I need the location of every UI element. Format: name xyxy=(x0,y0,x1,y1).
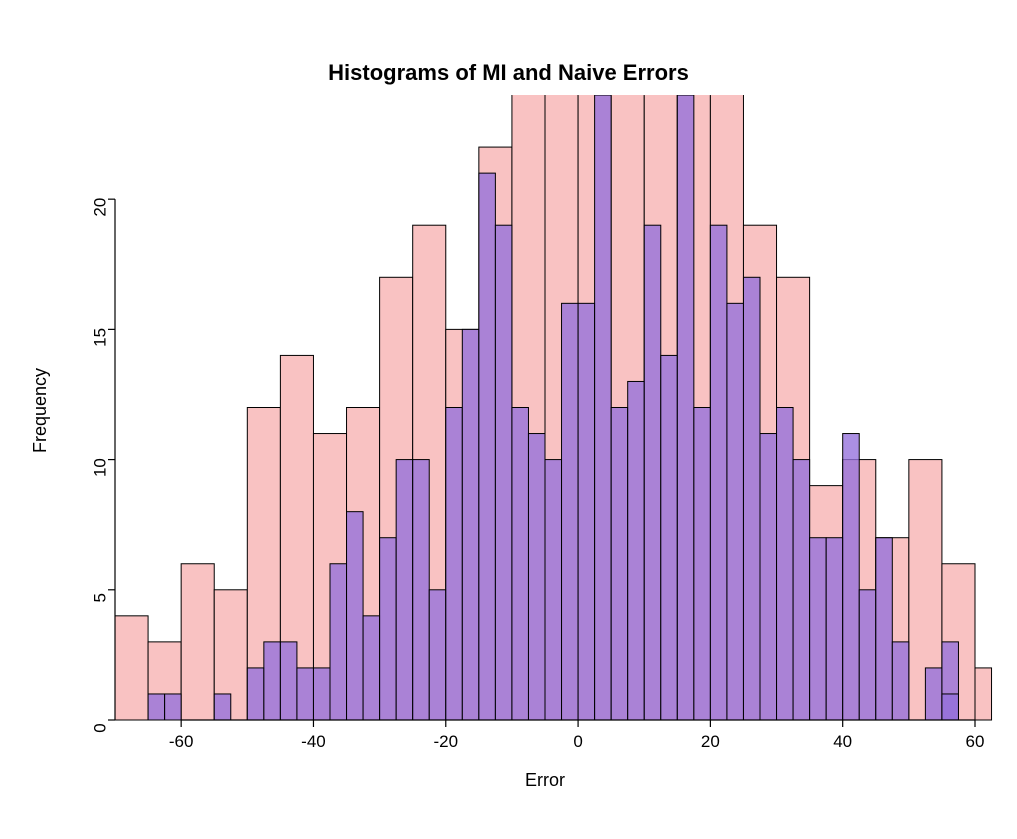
mi-bar xyxy=(347,512,364,720)
y-tick-label: 20 xyxy=(90,198,109,217)
x-tick-label: -20 xyxy=(433,732,458,751)
mi-bar xyxy=(793,460,810,720)
mi-bar xyxy=(528,434,545,720)
mi-bar xyxy=(925,668,942,720)
mi-bar xyxy=(661,355,678,720)
mi-bar xyxy=(710,225,727,720)
mi-bar xyxy=(280,642,297,720)
mi-bar xyxy=(512,408,529,721)
y-tick-label: 10 xyxy=(90,458,109,477)
x-axis-label: Error xyxy=(115,770,975,791)
mi-bar xyxy=(429,590,446,720)
mi-bar xyxy=(677,95,694,720)
mi-bar xyxy=(611,408,628,721)
y-tick-label: 0 xyxy=(90,723,109,732)
naive-bar xyxy=(115,616,148,720)
mi-bar xyxy=(562,303,579,720)
mi-bar xyxy=(694,408,711,721)
mi-bar xyxy=(777,408,794,721)
y-axis-label: Frequency xyxy=(30,367,51,452)
mi-bar xyxy=(396,460,413,720)
plot-area: -60 -40 -20 0 20 40 60 0 5 10 15 20 xyxy=(0,0,1017,839)
mi-bar xyxy=(644,225,661,720)
naive-bar xyxy=(181,564,214,720)
mi-bar xyxy=(727,303,744,720)
mi-bar xyxy=(760,434,777,720)
mi-bar xyxy=(214,694,231,720)
mi-bar xyxy=(413,460,430,720)
y-tick-label: 15 xyxy=(90,328,109,347)
x-tick-label: 0 xyxy=(573,732,582,751)
x-tick-label: -40 xyxy=(301,732,326,751)
mi-bar xyxy=(247,668,264,720)
mi-bar xyxy=(148,694,165,720)
mi-bar xyxy=(843,434,860,720)
naive-bar-trailing xyxy=(975,668,992,720)
y-tick-label: 5 xyxy=(90,593,109,602)
x-tick-label: 40 xyxy=(833,732,852,751)
mi-bar xyxy=(495,225,512,720)
mi-bar xyxy=(876,538,893,720)
mi-bar xyxy=(810,538,827,720)
mi-bar-trailing xyxy=(942,694,959,720)
x-tick-label: 20 xyxy=(701,732,720,751)
mi-bar xyxy=(313,668,330,720)
mi-bar xyxy=(826,538,843,720)
x-tick-label: 60 xyxy=(966,732,985,751)
mi-bar xyxy=(595,95,612,720)
mi-bar xyxy=(743,277,760,720)
mi-bar xyxy=(380,538,397,720)
mi-bar xyxy=(165,694,182,720)
mi-bar xyxy=(330,564,347,720)
mi-bar xyxy=(446,408,463,721)
mi-bar xyxy=(363,616,380,720)
x-tick-label: -60 xyxy=(169,732,194,751)
mi-bar xyxy=(462,329,479,720)
mi-bar xyxy=(545,460,562,720)
chart-container: Histograms of MI and Naive Errors -60-40… xyxy=(0,0,1017,839)
mi-bar xyxy=(578,303,595,720)
mi-bar xyxy=(892,642,909,720)
mi-bar xyxy=(264,642,281,720)
mi-bar xyxy=(628,381,645,720)
mi-bar xyxy=(479,173,496,720)
mi-bar xyxy=(297,668,314,720)
mi-bar xyxy=(859,590,876,720)
